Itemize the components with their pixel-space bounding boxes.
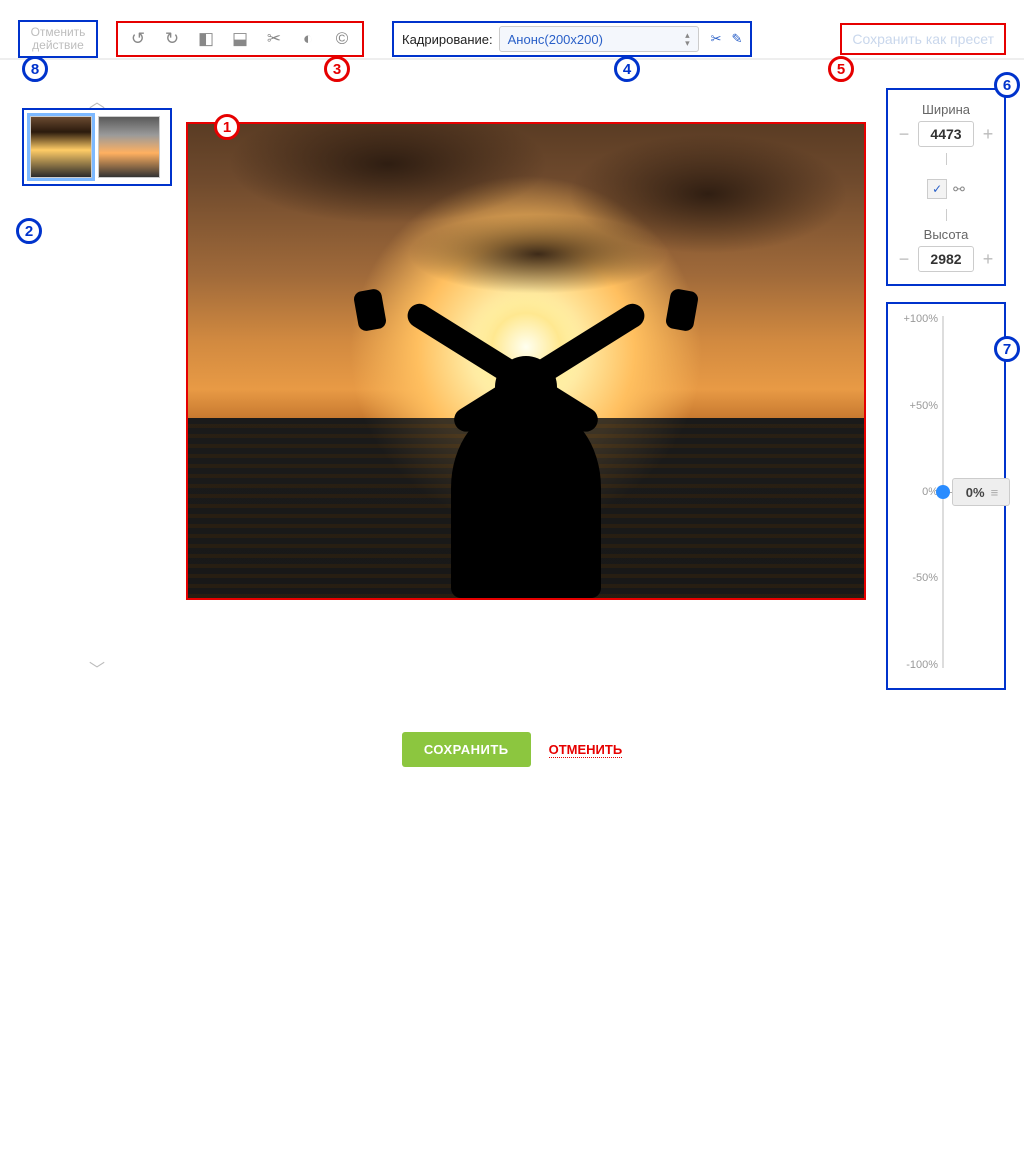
thumbnail-panel: ︿ ﹀ (22, 88, 172, 1176)
zoom-value-text: 0% (966, 485, 985, 500)
image-preview[interactable] (186, 122, 866, 600)
callout-3: 3 (324, 56, 350, 82)
cut-icon[interactable]: ✂ (711, 31, 722, 47)
flip-horizontal-icon[interactable]: ◧ (196, 29, 216, 49)
tool-icon-group: ↺ ↻ ◧ ⬓ ✂ ◐ © (116, 21, 364, 57)
undo-icon[interactable]: ↺ (128, 29, 148, 49)
undo-line2: действие (22, 39, 94, 52)
thumb-up-arrow-icon[interactable]: ︿ (22, 88, 172, 108)
callout-2: 2 (16, 218, 42, 244)
save-button[interactable]: СОХРАНИТЬ (402, 732, 531, 767)
aspect-lock-checkbox[interactable]: ✓ (927, 179, 947, 199)
height-plus-button[interactable]: + (980, 249, 996, 270)
callout-6: 6 (994, 72, 1020, 98)
zoom-slider[interactable]: +100% +50% 0% -50% -100% 0% ≡ (906, 312, 986, 672)
width-label: Ширина (894, 102, 998, 117)
crop-selected-value: Анонс(200x200) (508, 32, 603, 47)
decorative-silhouette (396, 298, 656, 598)
select-arrows-icon: ▴▾ (685, 31, 690, 47)
zoom-tick: -100% (906, 659, 938, 671)
redo-icon[interactable]: ↻ (162, 29, 182, 49)
zoom-panel: +100% +50% 0% -50% -100% 0% ≡ (886, 302, 1006, 690)
dimension-panel: Ширина − + ✓ ⚯ Высота − + (886, 88, 1006, 286)
cancel-button[interactable]: ОТМЕНИТЬ (549, 742, 623, 758)
zoom-tick: +50% (910, 400, 938, 412)
crop-preset-select[interactable]: Анонс(200x200) ▴▾ (499, 26, 699, 52)
save-as-preset-button[interactable]: Сохранить как пресет (840, 23, 1006, 55)
callout-8: 8 (22, 56, 48, 82)
dim-divider (946, 153, 947, 165)
flip-vertical-icon[interactable]: ⬓ (230, 29, 250, 49)
thumb-down-arrow-icon[interactable]: ﹀ (22, 656, 172, 676)
crop-label: Кадрирование: (402, 32, 493, 47)
grip-icon: ≡ (991, 485, 997, 500)
zoom-value-badge[interactable]: 0% ≡ (952, 478, 1010, 506)
height-minus-button[interactable]: − (896, 249, 912, 270)
top-toolbar: Отменить действие ↺ ↻ ◧ ⬓ ✂ ◐ © Кадриров… (0, 20, 1024, 60)
pencil-icon[interactable]: ✎ (732, 31, 743, 47)
height-input[interactable] (918, 246, 974, 272)
filter-icon[interactable]: ◐ (298, 29, 318, 49)
thumbnail-2[interactable] (98, 116, 160, 178)
callout-4: 4 (614, 56, 640, 82)
decorative-cloud (408, 214, 668, 294)
copyright-icon[interactable]: © (332, 29, 352, 49)
thumbnail-1[interactable] (30, 116, 92, 178)
height-label: Высота (894, 227, 998, 242)
width-input[interactable] (918, 121, 974, 147)
callout-5: 5 (828, 56, 854, 82)
callout-7: 7 (994, 336, 1020, 362)
zoom-knob[interactable] (936, 485, 950, 499)
crop-preset-group: Кадрирование: Анонс(200x200) ▴▾ ✂ ✎ (392, 21, 752, 57)
dim-divider (946, 209, 947, 221)
footer-actions: СОХРАНИТЬ ОТМЕНИТЬ (0, 732, 1024, 767)
width-plus-button[interactable]: + (980, 124, 996, 145)
thumbnail-row (22, 108, 172, 186)
undo-action-button[interactable]: Отменить действие (18, 20, 98, 58)
callout-1: 1 (214, 114, 240, 140)
zoom-tick: +100% (903, 313, 938, 325)
link-icon: ⚯ (953, 181, 965, 198)
crop-icon[interactable]: ✂ (264, 29, 284, 49)
width-minus-button[interactable]: − (896, 124, 912, 145)
zoom-tick: -50% (912, 572, 938, 584)
